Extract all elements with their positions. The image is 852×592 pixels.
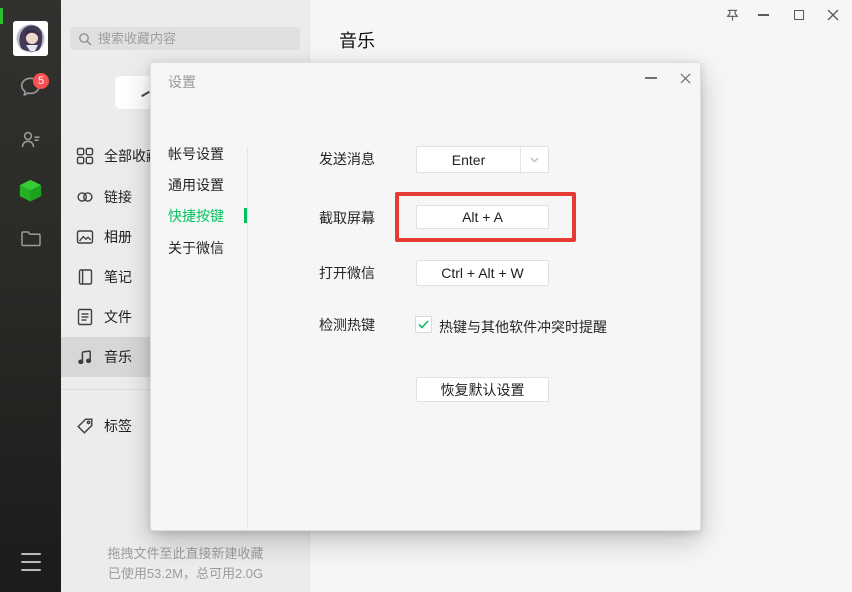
send-message-value: Enter (452, 152, 485, 168)
file-icon (76, 308, 94, 326)
menu-account-settings[interactable]: 帐号设置 (168, 146, 224, 162)
dialog-divider (247, 147, 248, 529)
reset-defaults-button[interactable]: 恢复默认设置 (416, 377, 549, 402)
hotkey-detect-label: 检测热键 (319, 317, 375, 333)
avatar-image (13, 21, 48, 56)
drop-hint-text: 拖拽文件至此直接新建收藏 (61, 543, 310, 562)
checkmark-icon (418, 320, 429, 329)
menu-shortcut-keys[interactable]: 快捷按键 (168, 208, 224, 224)
item-label: 文件 (104, 307, 132, 327)
open-wechat-hotkey-button[interactable]: Ctrl + Alt + W (416, 260, 549, 286)
storage-usage-text: 已使用53.2M，总可用2.0G (61, 563, 310, 582)
hotkey-conflict-text: 热键与其他软件冲突时提醒 (439, 317, 607, 337)
contacts-icon[interactable] (0, 128, 61, 152)
dialog-minimize-icon[interactable] (640, 67, 662, 89)
menu-icon[interactable] (21, 553, 41, 572)
folder-icon[interactable] (0, 229, 61, 248)
favorites-cube-icon[interactable] (0, 177, 61, 204)
wechat-favorites-window: 5 (0, 0, 852, 592)
screenshot-label: 截取屏幕 (319, 210, 375, 226)
music-icon (76, 348, 94, 366)
pin-icon[interactable] (722, 5, 742, 25)
search-box[interactable] (70, 27, 300, 50)
item-label: 笔记 (104, 267, 132, 287)
item-label: 链接 (104, 187, 132, 207)
unread-badge: 5 (33, 73, 49, 89)
send-message-select[interactable]: Enter (416, 146, 549, 173)
link-icon (76, 188, 94, 206)
open-wechat-label: 打开微信 (319, 265, 375, 281)
note-icon (76, 268, 94, 286)
menu-about-wechat[interactable]: 关于微信 (168, 240, 224, 256)
tag-icon (76, 417, 94, 435)
item-label: 相册 (104, 227, 132, 247)
search-input[interactable] (98, 31, 292, 46)
search-icon (78, 32, 92, 46)
user-avatar[interactable] (13, 21, 48, 56)
pen-icon (141, 91, 150, 97)
item-label: 音乐 (104, 347, 132, 367)
dialog-close-icon[interactable] (674, 67, 696, 89)
item-label: 标签 (104, 416, 132, 436)
maximize-icon[interactable] (789, 5, 809, 25)
chevron-down-icon[interactable] (520, 147, 548, 172)
edge-accent (0, 8, 3, 24)
close-icon[interactable] (823, 5, 843, 25)
nav-sidebar: 5 (0, 0, 61, 592)
settings-dialog: 设置 帐号设置 通用设置 快捷按键 关于微信 发送消息 Enter 截取屏幕 A… (150, 62, 701, 531)
dialog-title: 设置 (168, 72, 196, 92)
hotkey-conflict-checkbox[interactable] (415, 316, 432, 333)
album-icon (76, 228, 94, 246)
menu-general-settings[interactable]: 通用设置 (168, 177, 224, 193)
send-message-label: 发送消息 (319, 151, 375, 167)
page-title: 音乐 (339, 27, 375, 53)
chats-icon[interactable] (0, 75, 61, 98)
minimize-icon[interactable] (753, 5, 773, 25)
screenshot-hotkey-button[interactable]: Alt + A (416, 205, 549, 229)
grid-icon (76, 147, 94, 165)
